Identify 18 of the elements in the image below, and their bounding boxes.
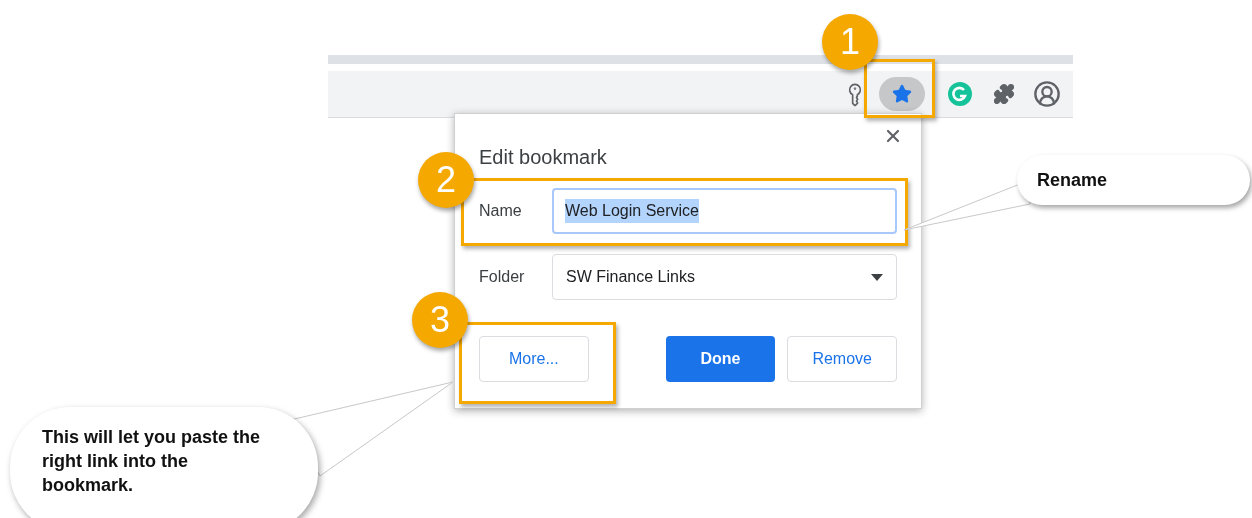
step-marker: 1 xyxy=(822,14,878,70)
profile-icon[interactable] xyxy=(1033,80,1061,108)
callout-text: Rename xyxy=(1037,168,1108,192)
secondary-button[interactable]: More... xyxy=(479,336,589,382)
secondary-button[interactable]: Remove xyxy=(787,336,897,382)
name-field[interactable]: Web Login Service xyxy=(552,188,897,234)
step-marker: 2 xyxy=(418,152,474,208)
extensions-icon[interactable] xyxy=(993,83,1015,105)
star-icon xyxy=(892,84,912,104)
callout-text: This will let you paste the right link into the bookmark. xyxy=(42,426,262,497)
bookmark-button[interactable] xyxy=(879,77,925,111)
step-marker: 3 xyxy=(412,292,468,348)
folder-dropdown[interactable]: SW Finance Links xyxy=(552,254,897,300)
caret-icon xyxy=(871,273,883,281)
field-label: Name xyxy=(479,201,523,221)
field-label: Folder xyxy=(479,267,526,287)
primary-button[interactable]: Done xyxy=(665,336,776,382)
dialog-title: Edit bookmark xyxy=(479,145,607,170)
